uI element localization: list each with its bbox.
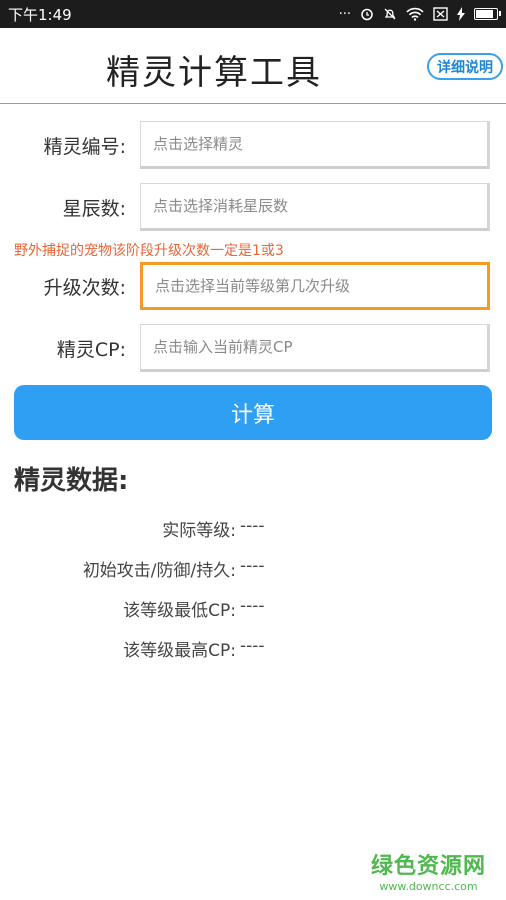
battery-icon [474,8,501,20]
wifi-icon [406,7,424,21]
result-label: 初始攻击/防御/持久: [82,561,236,581]
result-row-stats: 初始攻击/防御/持久: ---- [0,556,506,582]
app-header: 精灵计算工具 详细说明 [0,28,506,104]
status-time: 下午1:49 [8,5,72,24]
stardust-row: 星辰数: [0,183,506,231]
result-value: ---- [240,516,265,536]
result-value: ---- [240,636,265,656]
watermark-url: www.downcc.com [379,880,478,893]
upgrade-row: 升级次数: [0,262,506,310]
upgrade-label: 升级次数: [43,277,126,299]
alarm-icon [361,8,373,21]
watermark-name: 绿色资源网 [370,854,486,879]
charge-icon [457,7,465,21]
capture-hint: 野外捕捉的宠物该阶段升级次数一定是1或3 [14,243,284,259]
stardust-field[interactable] [140,183,490,231]
status-bar: 下午1:49 ··· [0,0,506,28]
page-title: 精灵计算工具 [106,53,322,93]
result-row-level: 实际等级: ---- [0,516,506,542]
sprite-id-label: 精灵编号: [43,136,126,158]
results-title: 精灵数据: [14,466,129,496]
cp-label: 精灵CP: [56,339,126,361]
stardust-label: 星辰数: [62,198,126,220]
cp-row: 精灵CP: [0,324,506,372]
watermark: 绿色资源网 www.downcc.com [371,848,486,893]
sim-icon [433,7,448,21]
result-label: 该等级最高CP: [123,641,236,661]
cp-field[interactable] [140,324,490,372]
calculate-button[interactable]: 计算 [14,385,492,440]
status-icons: ··· [338,6,501,22]
result-label: 实际等级: [162,521,236,541]
help-button[interactable]: 详细说明 [427,53,503,80]
result-value: ---- [240,556,265,576]
result-value: ---- [240,596,265,616]
sprite-id-row: 精灵编号: [0,121,506,169]
result-row-min-cp: 该等级最低CP: ---- [0,596,506,622]
sprite-id-field[interactable] [140,121,490,169]
result-label: 该等级最低CP: [123,601,236,621]
more-dots-icon: ··· [338,6,351,22]
result-row-max-cp: 该等级最高CP: ---- [0,636,506,662]
upgrade-field[interactable] [140,262,490,310]
mute-icon [384,8,396,20]
